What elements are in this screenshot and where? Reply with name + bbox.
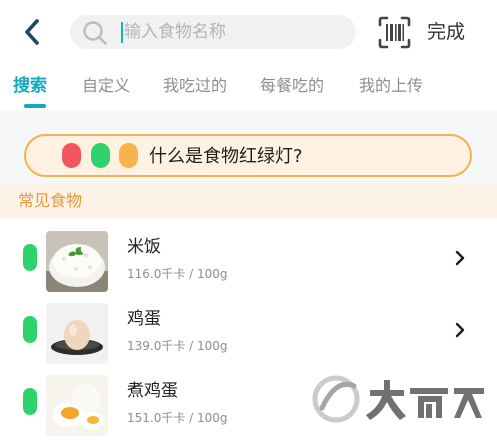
food-name: 鸡蛋 bbox=[127, 309, 161, 329]
tab-custom[interactable]: 自定义 bbox=[82, 74, 130, 98]
food-name: 煮鸡蛋 bbox=[127, 381, 178, 401]
green-light-badge bbox=[23, 388, 37, 415]
orange-light-icon bbox=[119, 143, 138, 168]
done-button[interactable]: 完成 bbox=[427, 18, 465, 46]
tab-bar: 搜索 自定义 我吃过的 每餐吃的 我的上传 bbox=[0, 64, 497, 110]
food-name: 米饭 bbox=[127, 237, 161, 257]
search-bar[interactable] bbox=[70, 15, 356, 49]
food-item-rice[interactable]: 米饭 116.0千卡 / 100g bbox=[0, 219, 497, 292]
tab-per-meal[interactable]: 每餐吃的 bbox=[260, 74, 324, 98]
traffic-light-info-banner[interactable]: 什么是食物红绿灯? bbox=[24, 134, 472, 177]
food-calories: 139.0千卡 / 100g bbox=[127, 339, 228, 353]
boiled-egg-icon bbox=[46, 375, 108, 436]
chevron-right-icon[interactable] bbox=[452, 321, 468, 339]
food-item-egg[interactable]: 鸡蛋 139.0千卡 / 100g bbox=[0, 291, 497, 364]
chevron-right-icon[interactable] bbox=[452, 249, 468, 267]
red-light-icon bbox=[62, 143, 81, 168]
tab-eaten[interactable]: 我吃过的 bbox=[163, 74, 227, 98]
search-input[interactable] bbox=[124, 15, 344, 49]
barcode-scan-icon[interactable] bbox=[378, 16, 411, 49]
green-light-badge bbox=[23, 316, 37, 343]
tab-search[interactable]: 搜索 bbox=[13, 74, 47, 98]
top-bar: 完成 bbox=[0, 0, 497, 64]
green-light-icon bbox=[91, 143, 110, 168]
food-calories: 151.0千卡 / 100g bbox=[127, 411, 228, 425]
watermark-logo bbox=[312, 375, 484, 423]
food-search-screen: 完成 搜索 自定义 我吃过的 每餐吃的 我的上传 什么是食物红绿灯? 常见食物 bbox=[0, 0, 497, 440]
rice-bowl-icon bbox=[46, 231, 108, 292]
back-arrow-icon[interactable] bbox=[18, 17, 48, 47]
section-title: 常见食物 bbox=[18, 191, 83, 210]
banner-text: 什么是食物红绿灯? bbox=[149, 146, 303, 167]
green-light-badge bbox=[23, 244, 37, 271]
food-calories: 116.0千卡 / 100g bbox=[127, 267, 228, 281]
egg-icon bbox=[46, 303, 108, 364]
active-tab-indicator bbox=[24, 104, 46, 108]
section-header: 常见食物 bbox=[0, 183, 497, 219]
text-cursor bbox=[121, 22, 123, 43]
search-icon bbox=[83, 21, 107, 45]
tab-my-uploads[interactable]: 我的上传 bbox=[359, 74, 423, 98]
